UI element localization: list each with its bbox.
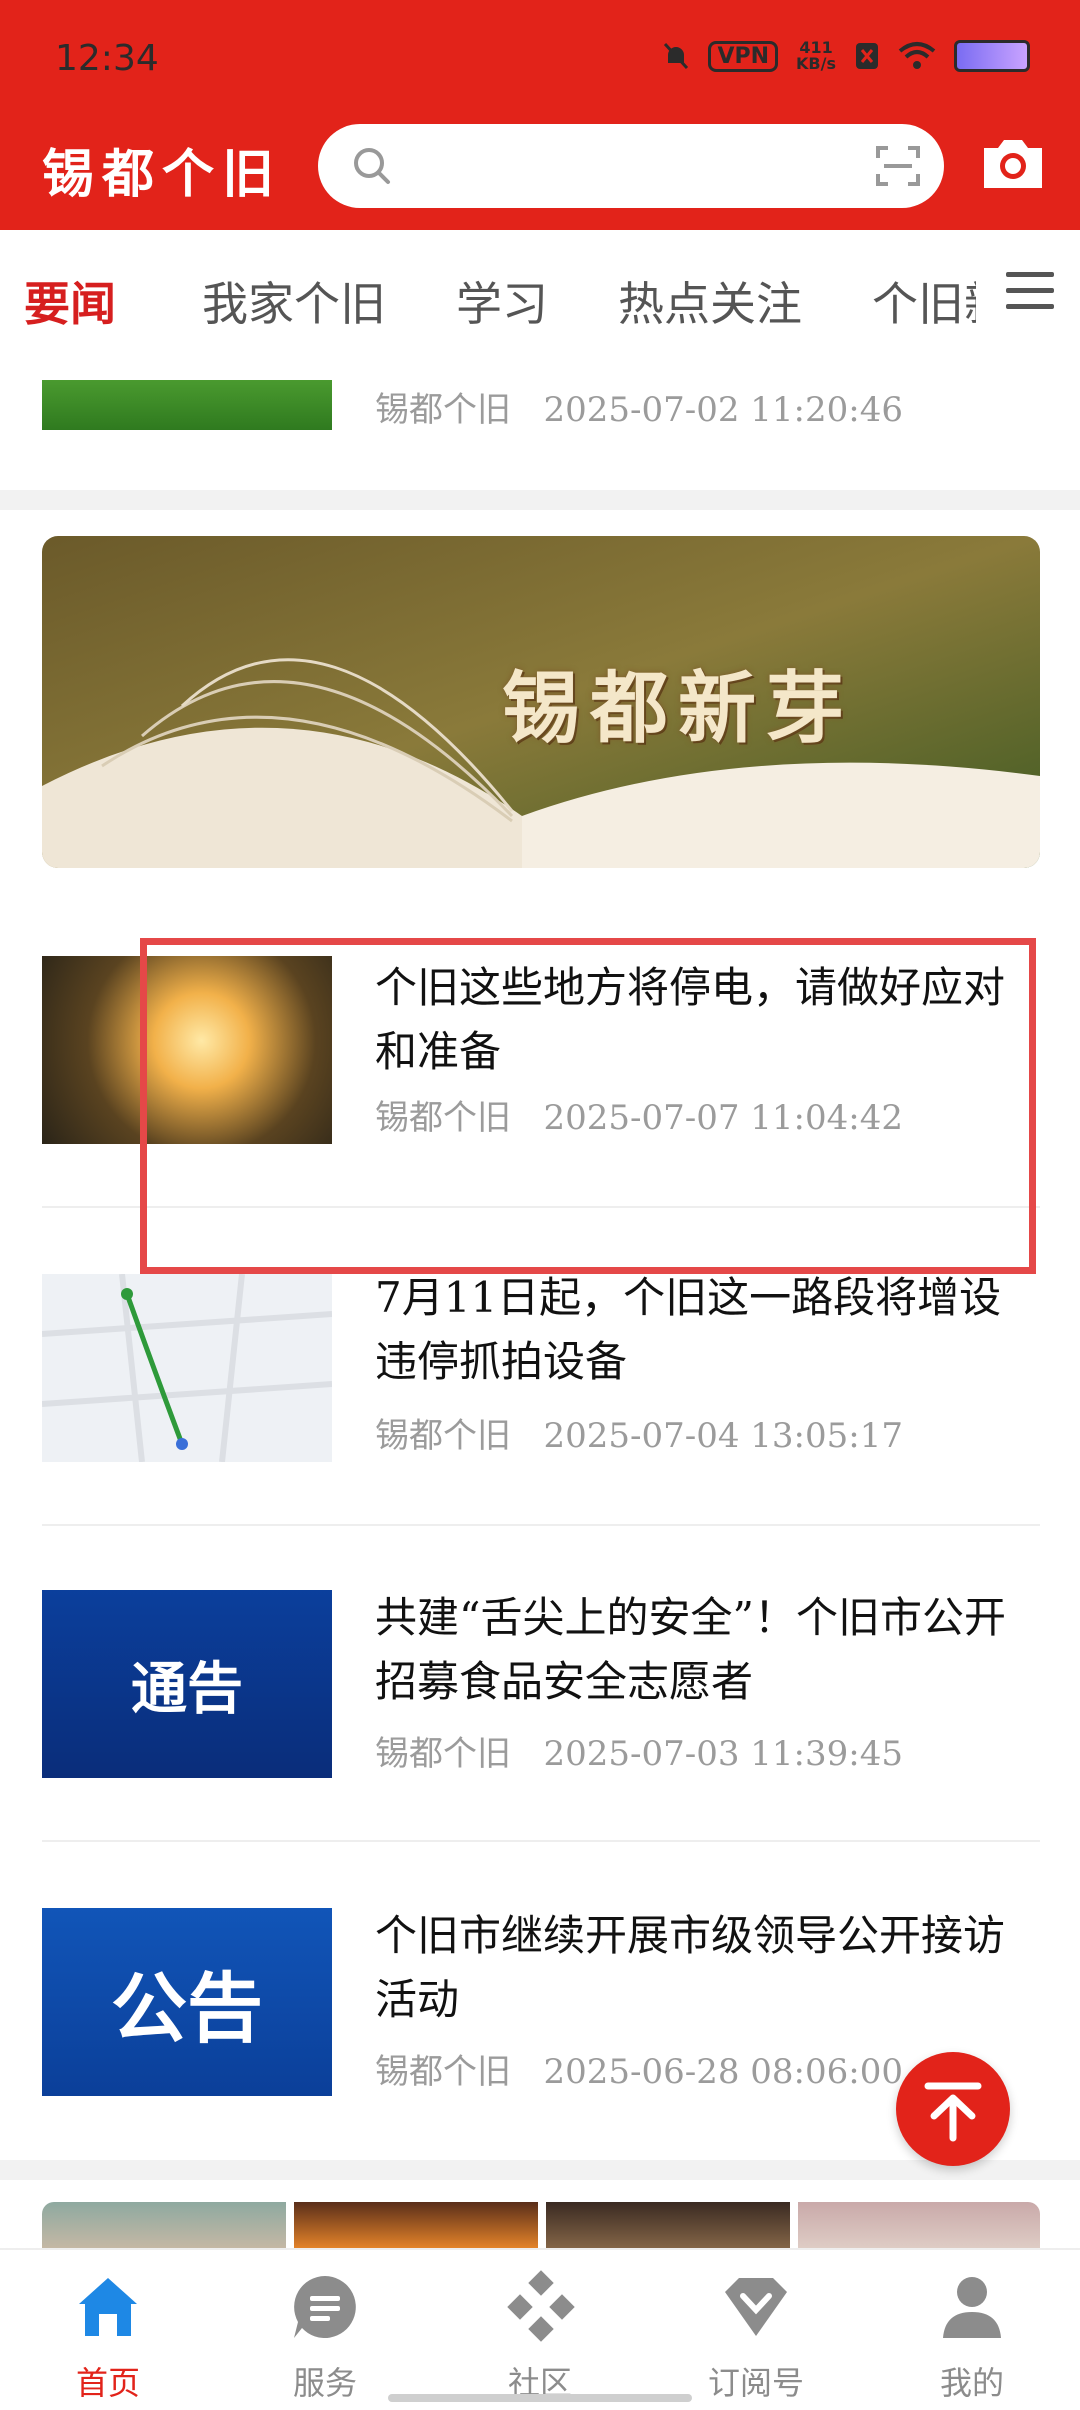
- article-meta: 锡都个旧 2025-07-04 13:05:17: [375, 1416, 903, 1456]
- vpn-badge: VPN: [708, 40, 779, 72]
- bottom-nav: 首页 服务 社区 订阅号 我的: [0, 2248, 1080, 2410]
- category-tabs: 要闻 我家个旧 学习 热点关注 个旧新: [0, 230, 1080, 360]
- divider: [42, 1524, 1040, 1526]
- strip-image: [546, 2202, 790, 2248]
- arrow-up-icon: [924, 2082, 982, 2142]
- battery-icon: [954, 40, 1030, 72]
- search-input[interactable]: [318, 124, 944, 208]
- status-time: 12:34: [55, 38, 159, 79]
- wifi-icon: [898, 42, 936, 69]
- news-feed[interactable]: 锡都个旧 2025-07-02 11:20:46 锡都新芽 个旧这些地方将停电，…: [0, 360, 1080, 2248]
- nav-label: 首页: [75, 2364, 140, 2402]
- banner-title: 锡都新芽: [502, 663, 855, 754]
- network-speed: 411 KB/s: [796, 38, 836, 73]
- community-icon: [507, 2270, 575, 2342]
- nav-community[interactable]: 社区: [470, 2270, 610, 2404]
- article-title: 个旧市继续开展市级领导公开接访活动: [375, 1911, 1006, 2024]
- nav-label: 我的: [939, 2364, 1004, 2402]
- article-thumbnail: [42, 380, 332, 430]
- highlight-box: [140, 938, 1036, 1274]
- app-header: 12:34 VPN 411 KB/s 锡都个旧: [0, 0, 1080, 230]
- article-title: 共建“舌尖上的安全”！个旧市公开招募食品安全志愿者: [375, 1593, 1006, 1706]
- article-thumbnail: 通告: [42, 1590, 332, 1778]
- service-icon: [294, 2276, 356, 2338]
- article-meta: 锡都个旧 2025-07-02 11:20:46: [375, 390, 903, 430]
- tab-hot-topics[interactable]: 热点关注: [618, 268, 802, 334]
- home-indicator[interactable]: [388, 2394, 692, 2402]
- tab-my-gejiu[interactable]: 我家个旧: [202, 268, 386, 334]
- strip-image: [42, 2202, 286, 2248]
- section-gap: [0, 490, 1080, 510]
- article-title: 7月11日起，个旧这一路段将增设违停抓拍设备: [375, 1273, 1002, 1386]
- nav-home[interactable]: 首页: [38, 2270, 178, 2404]
- nav-service[interactable]: 服务: [255, 2270, 395, 2404]
- search-icon: [354, 148, 390, 184]
- tab-headlines[interactable]: 要闻: [24, 268, 116, 334]
- promo-banner[interactable]: 锡都新芽: [42, 536, 1040, 868]
- status-icons: VPN 411 KB/s: [662, 40, 1030, 72]
- nav-label: 服务: [292, 2364, 357, 2402]
- nav-label: 订阅号: [707, 2364, 804, 2402]
- nav-profile[interactable]: 我的: [902, 2270, 1042, 2404]
- image-strip[interactable]: [42, 2202, 1040, 2248]
- home-icon: [79, 2278, 137, 2336]
- tab-study[interactable]: 学习: [456, 268, 548, 334]
- menu-icon[interactable]: [1002, 266, 1058, 316]
- article-thumbnail: [42, 1274, 332, 1462]
- map-thumbnail: [42, 1274, 332, 1462]
- divider: [42, 1840, 1040, 1842]
- strip-image: [798, 2202, 1040, 2248]
- article-meta: 锡都个旧 2025-06-28 08:06:00: [375, 2052, 903, 2092]
- nav-subscription[interactable]: 订阅号: [686, 2270, 826, 2404]
- scroll-to-top-button[interactable]: [896, 2052, 1010, 2166]
- mute-icon: [664, 42, 689, 70]
- strip-image: [294, 2202, 538, 2248]
- article-meta: 锡都个旧 2025-07-03 11:39:45: [375, 1734, 903, 1774]
- subscription-icon: [725, 2278, 787, 2336]
- sim-icon: [856, 43, 878, 69]
- article-thumbnail: 公告: [42, 1908, 332, 2096]
- scan-icon[interactable]: [874, 142, 922, 190]
- camera-icon[interactable]: [978, 128, 1048, 198]
- profile-icon: [943, 2277, 1001, 2338]
- app-logo: 锡都个旧: [42, 145, 283, 205]
- tab-gejiu-news[interactable]: 个旧新: [872, 268, 976, 334]
